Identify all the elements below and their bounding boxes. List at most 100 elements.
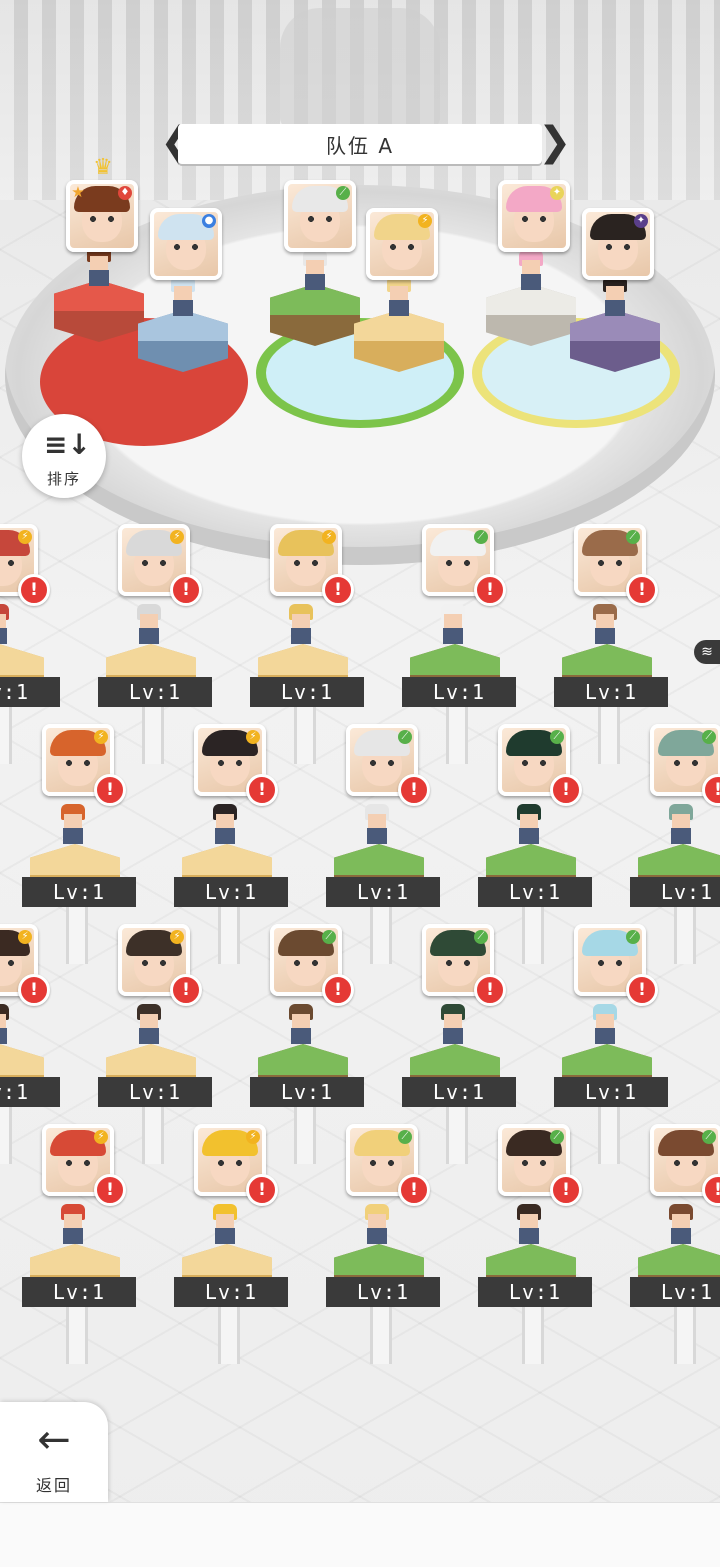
sprite-face bbox=[64, 1214, 82, 1228]
alert-badge-icon: ! bbox=[246, 1174, 278, 1206]
sprite-face bbox=[306, 260, 324, 274]
level-label: Lv:1 bbox=[174, 1277, 288, 1307]
lightning-element-icon: ⚡ bbox=[322, 530, 336, 544]
sprite-face bbox=[520, 814, 538, 828]
back-label: 返回 bbox=[35, 1476, 72, 1495]
sprite-body bbox=[595, 1028, 615, 1044]
team-member-sprite bbox=[298, 250, 332, 290]
sort-label: 排序 bbox=[46, 470, 81, 488]
bottom-bar bbox=[0, 1502, 720, 1567]
roster-character-sprite bbox=[436, 1004, 470, 1044]
alert-badge-icon: ! bbox=[626, 574, 658, 606]
sprite-face bbox=[292, 614, 310, 628]
portrait-eyes bbox=[370, 760, 394, 766]
roster-stem bbox=[66, 1304, 88, 1364]
team-title: 队伍 A bbox=[325, 133, 395, 158]
team-member-portrait[interactable]: ✦ bbox=[498, 180, 570, 252]
roster-character-sprite bbox=[664, 804, 698, 844]
portrait-eyes bbox=[446, 960, 470, 966]
level-label: Lv:1 bbox=[554, 1077, 668, 1107]
sprite-body bbox=[215, 1228, 235, 1244]
alert-badge-icon: ! bbox=[398, 774, 430, 806]
sprite-face bbox=[90, 256, 108, 270]
roster-stem bbox=[218, 1304, 240, 1364]
roster-character-sprite bbox=[0, 604, 14, 644]
team-name-bar[interactable]: 队伍 A bbox=[178, 124, 542, 164]
level-label: Lv:1 bbox=[478, 877, 592, 907]
roster-character-sprite bbox=[132, 604, 166, 644]
team-member-sprite bbox=[514, 250, 548, 290]
nature-element-icon: ⟋ bbox=[398, 1130, 412, 1144]
team-member-sprite bbox=[82, 246, 116, 286]
nature-element-icon: ⟋ bbox=[336, 186, 350, 200]
sprite-body bbox=[605, 300, 625, 316]
sprite-face bbox=[606, 286, 624, 300]
roster-character-sprite bbox=[360, 1204, 394, 1244]
alert-badge-icon: ! bbox=[170, 974, 202, 1006]
sprite-body bbox=[389, 300, 409, 316]
alert-badge-icon: ! bbox=[550, 1174, 582, 1206]
sprite-face bbox=[292, 1014, 310, 1028]
team-member-portrait[interactable]: ✦ bbox=[582, 208, 654, 280]
team-member-portrait[interactable]: ⚡ bbox=[366, 208, 438, 280]
side-panel-tab-icon[interactable]: ≋ bbox=[694, 640, 720, 664]
lightning-element-icon: ⚡ bbox=[18, 530, 32, 544]
sprite-face bbox=[368, 814, 386, 828]
team-member-sprite bbox=[598, 276, 632, 316]
roster-character-sprite bbox=[588, 604, 622, 644]
platform-top bbox=[486, 844, 576, 875]
roster-stem bbox=[66, 904, 88, 964]
team-member-sprite bbox=[382, 276, 416, 316]
portrait-eyes bbox=[674, 1160, 698, 1166]
nature-element-icon: ⟋ bbox=[626, 930, 640, 944]
roster-character-sprite bbox=[284, 604, 318, 644]
roster-character-sprite bbox=[208, 804, 242, 844]
roster-character-sprite bbox=[0, 1004, 14, 1044]
sprite-body bbox=[139, 1028, 159, 1044]
alert-badge-icon: ! bbox=[322, 974, 354, 1006]
portrait-eyes bbox=[66, 1160, 90, 1166]
platform-top bbox=[486, 1244, 576, 1275]
sprite-body bbox=[63, 828, 83, 844]
sprite-body bbox=[519, 828, 539, 844]
platform-top bbox=[334, 844, 424, 875]
level-label: Lv:1 bbox=[174, 877, 288, 907]
alert-badge-icon: ! bbox=[702, 1174, 720, 1206]
alert-badge-icon: ! bbox=[94, 1174, 126, 1206]
prev-team-arrow-icon[interactable]: ❮ bbox=[160, 122, 194, 166]
portrait-eyes bbox=[598, 960, 622, 966]
sprite-body bbox=[671, 1228, 691, 1244]
roster-stem bbox=[294, 1104, 316, 1164]
portrait-eyes bbox=[390, 244, 414, 250]
roster-character-sprite bbox=[284, 1004, 318, 1044]
level-label: Lv:1 bbox=[0, 677, 60, 707]
sort-button[interactable]: ≡↓ 排序 bbox=[22, 414, 106, 498]
portrait-eyes bbox=[598, 560, 622, 566]
next-team-arrow-icon[interactable]: ❯ bbox=[538, 122, 572, 166]
team-member-portrait[interactable]: ● bbox=[150, 208, 222, 280]
portrait-eyes bbox=[294, 560, 318, 566]
platform-top bbox=[182, 1244, 272, 1275]
team-member-portrait[interactable]: ⟋ bbox=[284, 180, 356, 252]
sprite-face bbox=[522, 260, 540, 274]
roster-character-sprite bbox=[56, 804, 90, 844]
platform-top bbox=[562, 1044, 652, 1075]
platform-top bbox=[0, 1044, 44, 1075]
portrait-eyes bbox=[674, 760, 698, 766]
platform-top bbox=[182, 844, 272, 875]
nature-element-icon: ⟋ bbox=[550, 730, 564, 744]
nature-element-icon: ⟋ bbox=[322, 930, 336, 944]
sprite-face bbox=[140, 614, 158, 628]
portrait-eyes bbox=[606, 244, 630, 250]
platform-top bbox=[258, 1044, 348, 1075]
sprite-body bbox=[0, 1028, 7, 1044]
roster-stem bbox=[522, 1304, 544, 1364]
sprite-face bbox=[64, 814, 82, 828]
roster-stem bbox=[446, 1104, 468, 1164]
nature-element-icon: ⟋ bbox=[626, 530, 640, 544]
roster-character-sprite bbox=[664, 1204, 698, 1244]
back-button[interactable]: ← 返回 bbox=[0, 1402, 108, 1502]
sprite-body bbox=[595, 628, 615, 644]
platform-top bbox=[258, 644, 348, 675]
sprite-face bbox=[444, 1014, 462, 1028]
